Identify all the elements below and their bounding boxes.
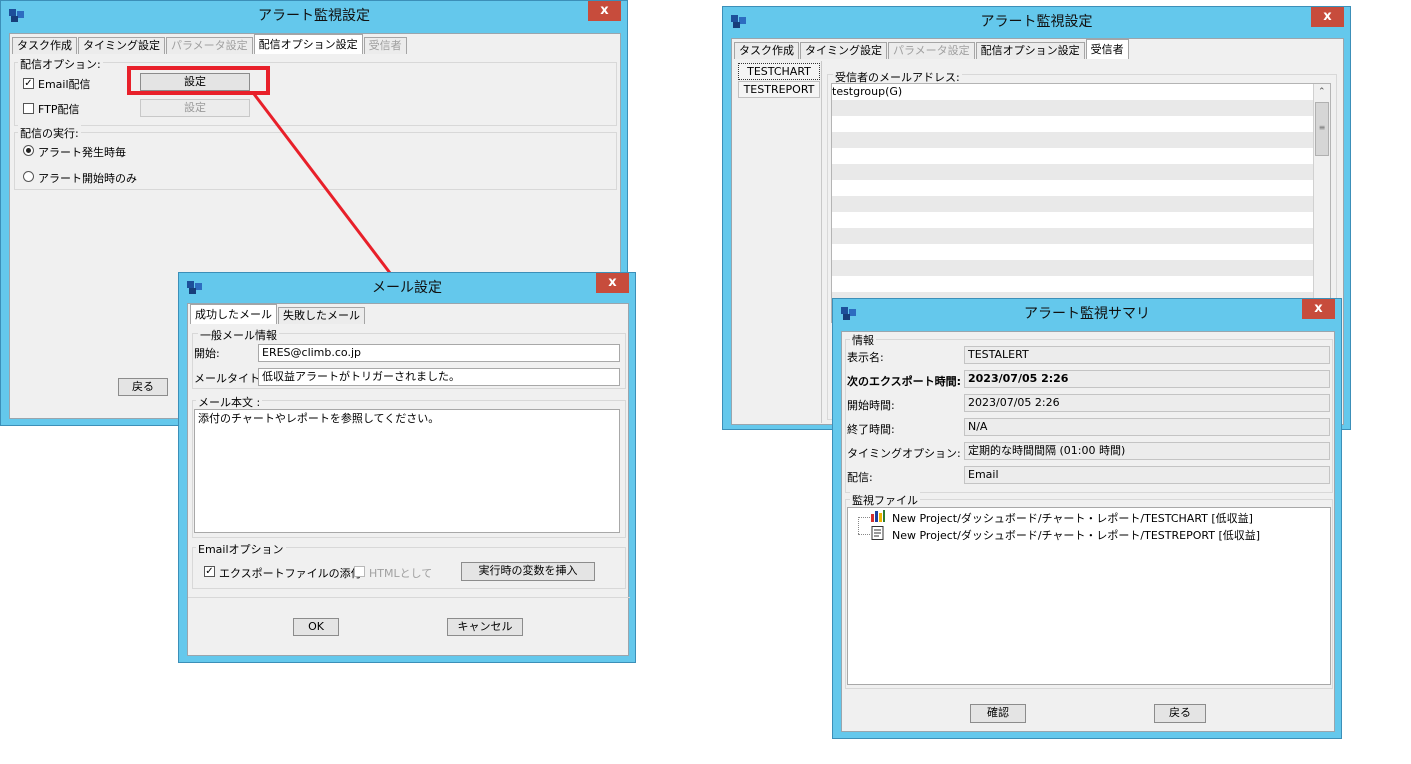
tab-recipients[interactable]: 受信者 <box>363 37 407 54</box>
delivery-options-group <box>14 62 617 126</box>
recipient-item[interactable]: TESTCHART <box>738 63 820 80</box>
tab-parameters[interactable]: パラメータ設定 <box>888 42 975 59</box>
ftp-settings-button[interactable]: 設定 <box>140 99 250 117</box>
ftp-delivery-label: FTP配信 <box>38 103 80 116</box>
delivery-label: 配信: <box>847 471 873 484</box>
delivery-value: Email <box>964 466 1330 484</box>
attach-export-label: エクスポートファイルの添付 <box>219 567 362 580</box>
tab-bar: タスク作成 タイミング設定 パラメータ設定 配信オプション設定 受信者 <box>12 34 408 54</box>
recipient-item[interactable]: TESTREPORT <box>738 81 820 98</box>
cancel-button[interactable]: キャンセル <box>447 618 523 636</box>
tab-task[interactable]: タスク作成 <box>734 42 799 59</box>
mail-tab-bar: 成功したメール 失敗したメール <box>190 304 366 324</box>
vertical-scrollbar[interactable]: ⌃ ≡ <box>1313 84 1330 322</box>
monitored-files-tree: New Project/ダッシュボード/チャート・レポート/TESTCHART … <box>847 507 1331 685</box>
dialog-client: 成功したメール 失敗したメール 一般メール情報 開始: ERES@climb.c… <box>187 303 630 656</box>
general-mail-label: 一般メール情報 <box>198 327 279 343</box>
tab-delivery-options[interactable]: 配信オプション設定 <box>975 42 1085 59</box>
insert-runtime-variable-button[interactable]: 実行時の変数を挿入 <box>461 562 595 581</box>
monitored-files-label: 監視ファイル <box>850 492 920 508</box>
tab-bar: タスク作成 タイミング設定 パラメータ設定 配信オプション設定 受信者 <box>734 39 1130 59</box>
address-table: testgroup(G) ⌃ ≡ <box>831 83 1331 323</box>
tab-recipients[interactable]: 受信者 <box>1085 39 1129 59</box>
html-label: HTMLとして <box>369 567 433 580</box>
ftp-delivery-checkbox[interactable] <box>23 103 34 114</box>
close-button[interactable]: x <box>588 1 621 21</box>
mail-body-textarea[interactable]: 添付のチャートやレポートを参照してください。 <box>194 409 620 533</box>
recipient-list: TESTCHART TESTREPORT <box>734 61 822 423</box>
mail-settings-window: メール設定 x 成功したメール 失敗したメール 一般メール情報 開始: ERES… <box>178 272 636 663</box>
app-icon <box>9 9 24 22</box>
app-icon <box>731 15 746 28</box>
window-title: アラート監視設定 <box>258 8 370 24</box>
window-title: アラート監視設定 <box>980 14 1093 30</box>
scroll-thumb[interactable]: ≡ <box>1315 102 1329 156</box>
execution-label: 配信の実行: <box>18 125 81 141</box>
window-title: アラート監視サマリ <box>1024 306 1150 322</box>
report-icon <box>871 526 884 540</box>
alert-summary-window: アラート監視サマリ x 情報 表示名: TESTALERT 次のエクスポート時間… <box>832 298 1342 739</box>
radio-alert-start-label: アラート開始時のみ <box>38 172 137 185</box>
app-icon <box>841 307 856 320</box>
tree-connector <box>858 517 870 518</box>
tab-failure-mail[interactable]: 失敗したメール <box>278 307 365 324</box>
address-row[interactable]: testgroup(G) <box>832 85 902 98</box>
back-button[interactable]: 戻る <box>1154 704 1206 723</box>
tab-timing[interactable]: タイミング設定 <box>78 37 165 54</box>
start-time-label: 開始時間: <box>847 399 895 412</box>
tab-task[interactable]: タスク作成 <box>12 37 77 54</box>
highlight-box <box>127 66 270 95</box>
start-time-value: 2023/07/05 2:26 <box>964 394 1330 412</box>
close-button[interactable]: x <box>1302 299 1335 319</box>
radio-each-alert[interactable] <box>23 145 34 156</box>
html-checkbox[interactable] <box>354 566 365 577</box>
delivery-options-label: 配信オプション: <box>18 56 103 72</box>
tab-timing[interactable]: タイミング設定 <box>800 42 887 59</box>
from-label: 開始: <box>194 347 220 360</box>
tree-item-testchart[interactable]: New Project/ダッシュボード/チャート・レポート/TESTCHART … <box>892 510 1253 526</box>
tab-delivery-options[interactable]: 配信オプション設定 <box>253 34 363 54</box>
timing-option-label: タイミングオプション: <box>847 447 961 460</box>
subject-input[interactable]: 低収益アラートがトリガーされました。 <box>258 368 620 386</box>
app-icon <box>187 281 202 294</box>
next-export-value: 2023/07/05 2:26 <box>964 370 1330 388</box>
display-name-value: TESTALERT <box>964 346 1330 364</box>
ok-button[interactable]: OK <box>293 618 339 636</box>
tab-success-mail[interactable]: 成功したメール <box>190 304 277 324</box>
tab-parameters[interactable]: パラメータ設定 <box>166 37 253 54</box>
tree-connector <box>858 534 870 535</box>
next-export-label: 次のエクスポート時間: <box>847 375 962 388</box>
confirm-button[interactable]: 確認 <box>970 704 1026 723</box>
window-title: メール設定 <box>372 280 442 296</box>
display-name-label: 表示名: <box>847 351 884 364</box>
email-delivery-label: Email配信 <box>38 78 91 91</box>
back-button[interactable]: 戻る <box>118 378 168 396</box>
mail-body-label: メール本文 : <box>196 394 263 410</box>
timing-option-value: 定期的な時間間隔 (01:00 時間) <box>964 442 1330 460</box>
email-options-label: Emailオプション <box>196 541 286 557</box>
mail-footer-divider <box>188 597 630 598</box>
scroll-up-icon[interactable]: ⌃ <box>1318 87 1326 97</box>
from-input[interactable]: ERES@climb.co.jp <box>258 344 620 362</box>
close-button[interactable]: x <box>1311 7 1344 27</box>
chart-icon <box>871 510 885 522</box>
email-delivery-checkbox[interactable]: ✓ <box>23 78 34 89</box>
end-time-value: N/A <box>964 418 1330 436</box>
radio-alert-start[interactable] <box>23 171 34 182</box>
tree-item-testreport[interactable]: New Project/ダッシュボード/チャート・レポート/TESTREPORT… <box>892 527 1260 543</box>
close-button[interactable]: x <box>596 273 629 293</box>
info-label: 情報 <box>850 332 876 348</box>
radio-each-alert-label: アラート発生時毎 <box>38 146 126 159</box>
end-time-label: 終了時間: <box>847 423 895 436</box>
attach-export-checkbox[interactable]: ✓ <box>204 566 215 577</box>
dialog-client: 情報 表示名: TESTALERT 次のエクスポート時間: 2023/07/05… <box>841 331 1335 732</box>
